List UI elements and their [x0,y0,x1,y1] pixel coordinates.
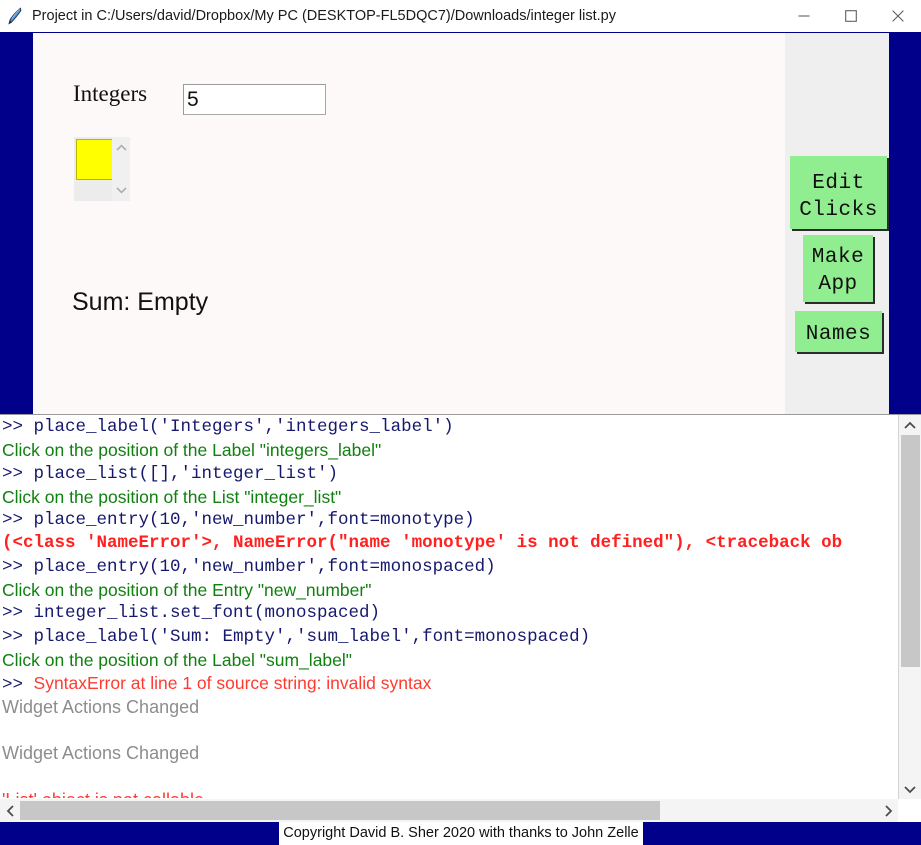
console-horizontal-scrollbar[interactable] [0,799,898,822]
names-label: Names [805,322,872,346]
scroll-right-icon[interactable] [878,799,898,822]
title-bar: Project in C:/Users/david/Dropbox/My PC … [0,0,921,32]
console-output[interactable]: >> place_label('Integers','integers_labe… [0,416,898,798]
minimize-icon[interactable] [780,0,827,32]
make-app-line1: Make [811,246,865,269]
window-title: Project in C:/Users/david/Dropbox/My PC … [32,8,616,24]
integers-label: Integers [73,81,148,106]
console-line-mixed: >> SyntaxError at line 1 of source strin… [0,672,898,695]
console-line-mono: >> place_entry(10,'new_number',font=mono… [2,510,475,531]
console-line-green: Click on the position of the List "integ… [2,486,342,507]
python-feather-icon [0,0,30,32]
maximize-icon[interactable] [827,0,874,32]
console-error-text: SyntaxError at line 1 of source string: … [33,673,432,694]
chevron-down-icon[interactable] [112,181,130,199]
window-controls [780,0,921,32]
scroll-down-icon[interactable] [899,779,921,799]
vertical-scroll-thumb[interactable] [901,435,920,667]
scroll-left-icon[interactable] [0,799,20,822]
application-window: Project in C:/Users/david/Dropbox/My PC … [0,0,921,845]
console-line-gray: Widget Actions Changed [2,696,200,717]
edit-clicks-line1: Edit [812,171,865,195]
console-line-gray: Widget Actions Changed [2,743,200,764]
console-line-green: Click on the position of the Label "inte… [2,440,382,461]
console-line-green: Click on the position of the Label "sum_… [2,649,352,670]
console-line-mono: >> place_label('Sum: Empty','sum_label',… [2,626,591,647]
designer-frame: Integers 5 Sum: Empty Edit Clicks Make App… [0,32,921,414]
console-line-err: (<class 'NameError'>, NameError("name 'm… [2,533,843,554]
make-app-button[interactable]: Make App [803,235,873,302]
scroll-up-icon[interactable] [899,415,921,435]
edit-clicks-line2: Clicks [799,198,878,222]
copyright-label: Copyright David B. Sher 2020 with thanks… [279,822,643,845]
console-line-mono: >> place_entry(10,'new_number',font=mono… [2,556,496,577]
chevron-up-icon[interactable] [112,139,130,157]
status-bar: Copyright David B. Sher 2020 with thanks… [0,822,921,845]
edit-clicks-button[interactable]: Edit Clicks [790,156,887,229]
make-app-line2: App [818,273,858,296]
console-line-mono: >> integer_list.set_font(monospaced) [2,603,381,624]
new-number-entry[interactable]: 5 [183,84,326,115]
integer-list-listbox[interactable] [74,137,130,201]
console-prompt: >> [2,675,34,696]
console-line-green: Click on the position of the Entry "new_… [2,580,372,601]
names-button[interactable]: Names [795,311,882,352]
close-icon[interactable] [874,0,921,32]
console-line-mono: >> place_label('Integers','integers_labe… [2,417,454,437]
console-panel: >> place_label('Integers','integers_labe… [0,414,921,799]
console-vertical-scrollbar[interactable] [898,415,921,799]
design-canvas[interactable]: Integers 5 Sum: Empty [33,33,785,414]
listbox-scrollbar[interactable] [112,137,130,201]
console-line-red: 'List' object is not callable [0,789,898,798]
console-line-mono: >> place_list([],'integer_list') [2,463,339,484]
horizontal-scroll-thumb[interactable] [20,801,660,820]
listbox-selected-item[interactable] [76,139,116,180]
sum-label: Sum: Empty [72,288,209,316]
